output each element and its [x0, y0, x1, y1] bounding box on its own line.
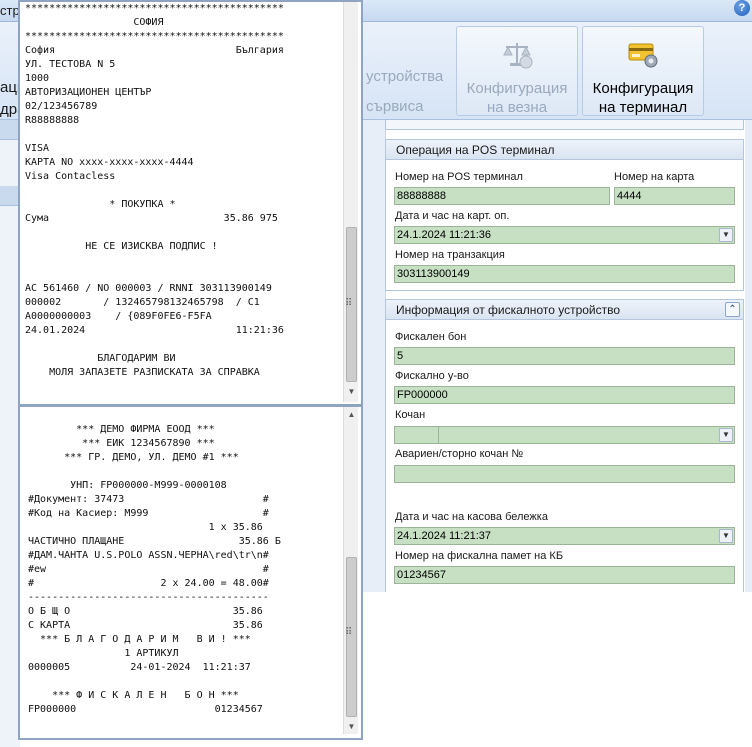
fiscal-memory-field[interactable]: 01234567	[394, 566, 735, 584]
pos-terminal-field[interactable]: 88888888	[394, 187, 610, 205]
receipt-line: *** Б Л А Г О Д А Р И М В И ! ***	[28, 634, 251, 645]
receipt-line: 000002 / 132465798132465798 / C1	[25, 297, 260, 308]
terminal-button-line-1: Конфигурация	[592, 80, 694, 97]
receipt-line: A0000000003 / {089F0FE6-F5FA	[25, 311, 212, 322]
scale-config-button[interactable]: Конфигурация на везна	[456, 26, 578, 116]
ribbon-devices-line-1: устройства	[366, 68, 444, 85]
ribbon-devices-line-2: сървиса	[366, 98, 424, 115]
receipt-line: София България	[25, 45, 284, 56]
receipt-line: ----------------------------------------	[28, 592, 269, 603]
receipt-line: 1 x 35.86	[28, 522, 263, 533]
scale-icon	[503, 43, 533, 69]
form-top-strip	[385, 120, 744, 130]
terminal-config-button[interactable]: Конфигурация на терминал	[582, 26, 704, 116]
receipt-line: ****************************************…	[25, 31, 284, 42]
scroll-down-icon[interactable]: ▼	[344, 719, 359, 734]
card-receipt-text: ****************************************…	[25, 2, 284, 380]
transaction-label: Номер на транзакция	[395, 249, 505, 261]
resize-grip-icon[interactable]: ⠿	[345, 298, 352, 309]
help-icon[interactable]: ?	[734, 0, 750, 16]
receipt-datetime-select[interactable]: 24.1.2024 11:21:37 ▼	[394, 527, 735, 545]
receipt-line: #ew #	[28, 564, 269, 575]
scale-button-line-1: Конфигурация	[466, 80, 568, 97]
left-band	[0, 120, 20, 140]
receipt-line: УЛ. ТЕСТОВА N 5	[25, 59, 116, 70]
card-datetime-select[interactable]: 24.1.2024 11:21:36 ▼	[394, 226, 735, 244]
chevron-down-icon[interactable]: ▼	[719, 428, 733, 442]
receipt-line: AC 561460 / NO 000003 / RNNI 30311390014…	[25, 283, 272, 294]
receipt-line: Сума 35.86 975	[25, 213, 278, 224]
chevron-down-icon[interactable]: ▼	[719, 228, 733, 242]
fiscal-device-field[interactable]: FP000000	[394, 386, 735, 404]
collapse-icon[interactable]: ⌃	[725, 302, 740, 317]
fiscal-bon-label: Фискален бон	[395, 331, 467, 343]
scroll-down-icon[interactable]: ▼	[344, 384, 359, 399]
receipt-line: *** ДЕМО ФИРМА ЕООД ***	[28, 424, 215, 435]
receipt-line: УНП: FP000000-M999-0000108	[28, 480, 227, 491]
fiscal-receipt-text: *** ДЕМО ФИРМА ЕООД *** *** ЕИК 12345678…	[28, 409, 281, 717]
receipt-line: О Б Щ О 35.86	[28, 606, 263, 617]
fiscal-receipt-scrollbar[interactable]: ▲ ▼	[343, 407, 358, 734]
receipt-line: *** ГР. ДЕМО, УЛ. ДЕМО #1 ***	[28, 452, 239, 463]
fiscal-group-header: Информация от фискалното устройство ⌃	[386, 300, 743, 320]
receipt-line: *** ЕИК 1234567890 ***	[28, 438, 215, 449]
storno-label: Авариен/сторно кочан №	[395, 448, 524, 460]
receipt-line: 1 АРТИКУЛ	[28, 648, 179, 659]
card-receipt-window[interactable]: ****************************************…	[18, 0, 363, 406]
card-datetime-value: 24.1.2024 11:21:36	[397, 229, 491, 241]
terminal-button-line-2: на терминал	[598, 99, 688, 116]
receipt-line: Visa Contacless	[25, 171, 116, 182]
receipt-line: VISA	[25, 143, 50, 154]
fiscal-receipt-window[interactable]: *** ДЕМО ФИРМА ЕООД *** *** ЕИК 12345678…	[18, 406, 363, 740]
scale-button-line-2: на везна	[486, 99, 548, 116]
kochan-label: Кочан	[395, 409, 426, 421]
fiscal-bon-field[interactable]: 5	[394, 347, 735, 365]
pos-group-header: Операция на POS терминал	[386, 140, 743, 160]
chevron-down-icon[interactable]: ▼	[719, 529, 733, 543]
fiscal-device-label: Фискално у-во	[395, 370, 469, 382]
receipt-line: ****************************************…	[25, 3, 284, 14]
receipt-line: АВТОРИЗАЦИОНЕН ЦЕНТЪР	[25, 87, 152, 98]
card-number-label: Номер на карта	[614, 171, 695, 183]
receipt-line: #Документ: 37473 #	[28, 494, 269, 505]
receipt-line: БЛАГОДАРИМ ВИ	[25, 353, 176, 364]
scroll-up-icon[interactable]: ▲	[344, 407, 359, 422]
transaction-field[interactable]: 303113900149	[394, 265, 735, 283]
receipt-line: НЕ СЕ ИЗИСКВА ПОДПИС !	[25, 241, 218, 252]
card-number-field[interactable]: 4444	[614, 187, 735, 205]
fiscal-memory-label: Номер на фискална памет на КБ	[395, 550, 564, 562]
receipt-line: 1000	[25, 73, 50, 84]
card-receipt-scrollbar[interactable]: ▼	[343, 2, 358, 402]
kochan-split	[438, 427, 439, 443]
left-band	[0, 186, 20, 206]
receipt-line: #Код на Касиер: M999 #	[28, 508, 269, 519]
receipt-line: СОФИЯ	[25, 17, 164, 28]
receipt-line: FP000000 01234567	[28, 704, 263, 715]
ribbon-devices-partial[interactable]: устройства сървиса	[366, 62, 443, 122]
kochan-select[interactable]: ▼	[394, 426, 735, 444]
receipt-line: ЧАСТИЧНО ПЛАЩАНЕ 35.86 Б	[28, 536, 281, 547]
receipt-line: 0000005 24-01-2024 11:21:37	[28, 662, 251, 673]
receipt-line: 02/123456789	[25, 101, 98, 112]
card-datetime-label: Дата и час на карт. оп.	[395, 210, 510, 222]
pos-terminal-label: Номер на POS терминал	[395, 171, 523, 183]
receipt-line: 24.01.2024 11:21:36	[25, 325, 284, 336]
left-panel-strip	[0, 120, 20, 747]
resize-grip-icon[interactable]: ⠿	[345, 627, 352, 638]
receipt-line: #ДАМ.ЧАНТА U.S.POLO ASSN.ЧЕРНА\red\tr\n#	[28, 550, 269, 561]
receipt-line: КАРТА NO xxxx-xxxx-xxxx-4444	[25, 157, 194, 168]
receipt-line: R88888888	[25, 115, 80, 126]
receipt-datetime-label: Дата и час на касова бележка	[395, 511, 548, 523]
app-title: стр	[0, 3, 20, 18]
receipt-line: * ПОКУПКА *	[25, 199, 176, 210]
receipt-line: МОЛЯ ЗАПАЗЕТЕ РАЗПИСКАТА ЗА СПРАВКА	[25, 367, 260, 378]
storno-field[interactable]	[394, 465, 735, 483]
fiscal-group-title: Информация от фискалното устройство	[396, 303, 621, 317]
receipt-line: *** Ф И С К А Л Е Н Б О Н ***	[28, 690, 239, 701]
card-terminal-icon	[628, 43, 658, 68]
receipt-datetime-value: 24.1.2024 11:21:37	[397, 530, 491, 542]
receipt-line: С КАРТА 35.86	[28, 620, 263, 631]
receipt-line: # 2 x 24.00 = 48.00#	[28, 578, 269, 589]
